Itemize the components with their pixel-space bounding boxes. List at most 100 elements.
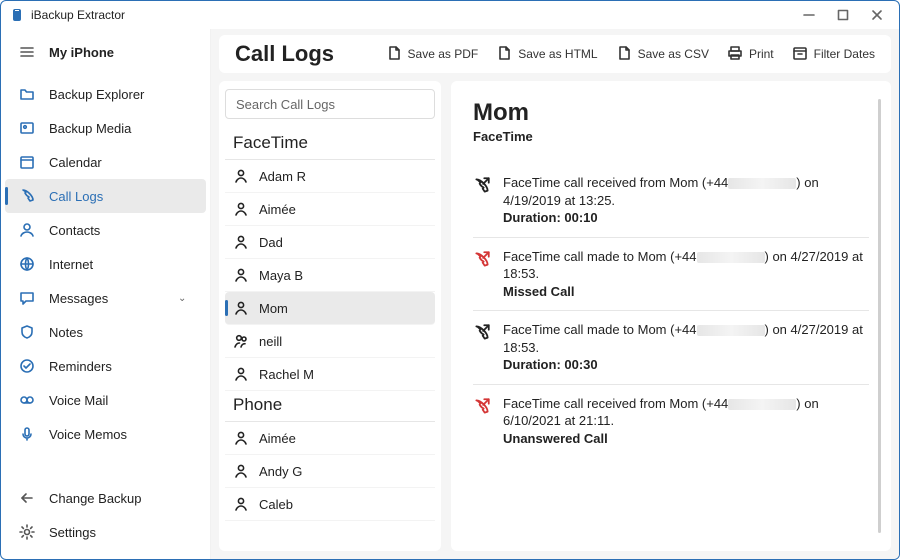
detail-via: FaceTime (473, 129, 869, 144)
sidebar-item-call-logs[interactable]: Call Logs (5, 179, 206, 213)
call-entry: FaceTime call made to Mom (+44) on 4/27/… (473, 311, 869, 385)
redacted-number (697, 252, 765, 263)
call-direction-icon (473, 397, 491, 415)
contact-row[interactable]: Mom (225, 292, 435, 325)
toolbar-filter-dates[interactable]: Filter Dates (792, 45, 875, 64)
user-icon (19, 222, 35, 238)
call-entry: FaceTime call received from Mom (+44) on… (473, 385, 869, 458)
maximize-icon[interactable] (837, 9, 849, 21)
contact-row[interactable]: Adam R (225, 160, 435, 193)
contact-row[interactable]: Rachel M (225, 358, 435, 391)
sidebar-footer-change-backup[interactable]: Change Backup (1, 481, 210, 515)
detail-pane: Mom FaceTime FaceTime call received from… (451, 81, 891, 551)
sidebar-item-calendar[interactable]: Calendar (1, 145, 210, 179)
call-direction-icon (473, 250, 491, 268)
toolbar-save-as-csv[interactable]: Save as CSV (616, 45, 709, 64)
sidebar-item-voice-memos[interactable]: Voice Memos (1, 417, 210, 451)
voicemail-icon (19, 392, 35, 408)
toolbar-print[interactable]: Print (727, 45, 774, 64)
sidebar-item-label: Notes (49, 325, 192, 340)
contacts-pane: Search Call Logs FaceTime Adam R Aimée D… (219, 81, 441, 551)
content-area: Call Logs Save as PDF Save as HTML Save as… (211, 29, 899, 559)
call-entry: FaceTime call made to Mom (+44) on 4/27/… (473, 238, 869, 312)
call-direction-icon (473, 323, 491, 341)
sidebar-item-label: Messages (49, 291, 164, 306)
print-icon (727, 45, 743, 64)
toolbar-save-as-html[interactable]: Save as HTML (496, 45, 597, 64)
app-title: iBackup Extractor (31, 8, 125, 22)
people-icon (233, 333, 249, 349)
contact-name: Aimée (259, 202, 296, 217)
sidebar-item-label: Contacts (49, 223, 192, 238)
scrollbar[interactable] (878, 99, 881, 533)
call-entry: FaceTime call received from Mom (+44) on… (473, 164, 869, 238)
contact-name: Mom (259, 301, 288, 316)
person-icon (233, 168, 249, 184)
person-icon (233, 300, 249, 316)
contact-name: Dad (259, 235, 283, 250)
contact-row[interactable]: Dad (225, 226, 435, 259)
toolbar-save-as-pdf[interactable]: Save as PDF (386, 45, 479, 64)
filter-icon (792, 45, 808, 64)
sidebar-item-messages[interactable]: Messages ⌄ (1, 281, 210, 315)
sidebar-item-reminders[interactable]: Reminders (1, 349, 210, 383)
search-input[interactable]: Search Call Logs (225, 89, 435, 119)
sidebar-item-label: Backup Media (49, 121, 192, 136)
group-header: FaceTime (225, 129, 435, 160)
page-title: Call Logs (235, 41, 368, 67)
person-icon (233, 234, 249, 250)
sidebar-item-label: Reminders (49, 359, 192, 374)
check-icon (19, 358, 35, 374)
call-direction-icon (473, 176, 491, 194)
sidebar-item-notes[interactable]: Notes (1, 315, 210, 349)
doc-icon (496, 45, 512, 64)
device-name: My iPhone (49, 45, 114, 60)
header-bar: Call Logs Save as PDF Save as HTML Save as… (219, 35, 891, 73)
app-window: iBackup Extractor My iPhone Backup Explo… (0, 0, 900, 560)
sidebar-item-backup-explorer[interactable]: Backup Explorer (1, 77, 210, 111)
contact-name: Rachel M (259, 367, 314, 382)
sidebar-item-voice-mail[interactable]: Voice Mail (1, 383, 210, 417)
mic-icon (19, 426, 35, 442)
back-icon (19, 490, 35, 506)
contact-name: Andy G (259, 464, 302, 479)
globe-icon (19, 256, 35, 272)
sidebar-item-contacts[interactable]: Contacts (1, 213, 210, 247)
redacted-number (728, 178, 796, 189)
calendar-icon (19, 154, 35, 170)
doc-icon (386, 45, 402, 64)
contact-row[interactable]: neill (225, 325, 435, 358)
sidebar-item-backup-media[interactable]: Backup Media (1, 111, 210, 145)
sidebar-footer-settings[interactable]: Settings (1, 515, 210, 549)
contact-row[interactable]: Aimée (225, 193, 435, 226)
sidebar-header[interactable]: My iPhone (1, 33, 210, 71)
contact-name: Maya B (259, 268, 303, 283)
minimize-icon[interactable] (803, 9, 815, 21)
detail-name: Mom (473, 99, 869, 127)
call-text: FaceTime call received from Mom (+44) on… (503, 174, 869, 227)
contact-row[interactable]: Aimée (225, 422, 435, 455)
message-icon (19, 290, 35, 306)
redacted-number (728, 399, 796, 410)
call-text: FaceTime call made to Mom (+44) on 4/27/… (503, 321, 869, 374)
contact-row[interactable]: Caleb (225, 488, 435, 521)
sidebar-item-label: Settings (49, 525, 192, 540)
sidebar-item-label: Internet (49, 257, 192, 272)
contact-name: Adam R (259, 169, 306, 184)
contact-row[interactable]: Andy G (225, 455, 435, 488)
shield-icon (19, 324, 35, 340)
contact-name: neill (259, 334, 282, 349)
sidebar-item-internet[interactable]: Internet (1, 247, 210, 281)
titlebar: iBackup Extractor (1, 1, 899, 29)
person-icon (233, 430, 249, 446)
phone-icon (19, 188, 35, 204)
image-icon (19, 120, 35, 136)
gear-icon (19, 524, 35, 540)
contact-name: Aimée (259, 431, 296, 446)
person-icon (233, 201, 249, 217)
hamburger-icon (19, 44, 35, 60)
doc-icon (616, 45, 632, 64)
sidebar-item-label: Calendar (49, 155, 192, 170)
close-icon[interactable] (871, 9, 883, 21)
contact-row[interactable]: Maya B (225, 259, 435, 292)
